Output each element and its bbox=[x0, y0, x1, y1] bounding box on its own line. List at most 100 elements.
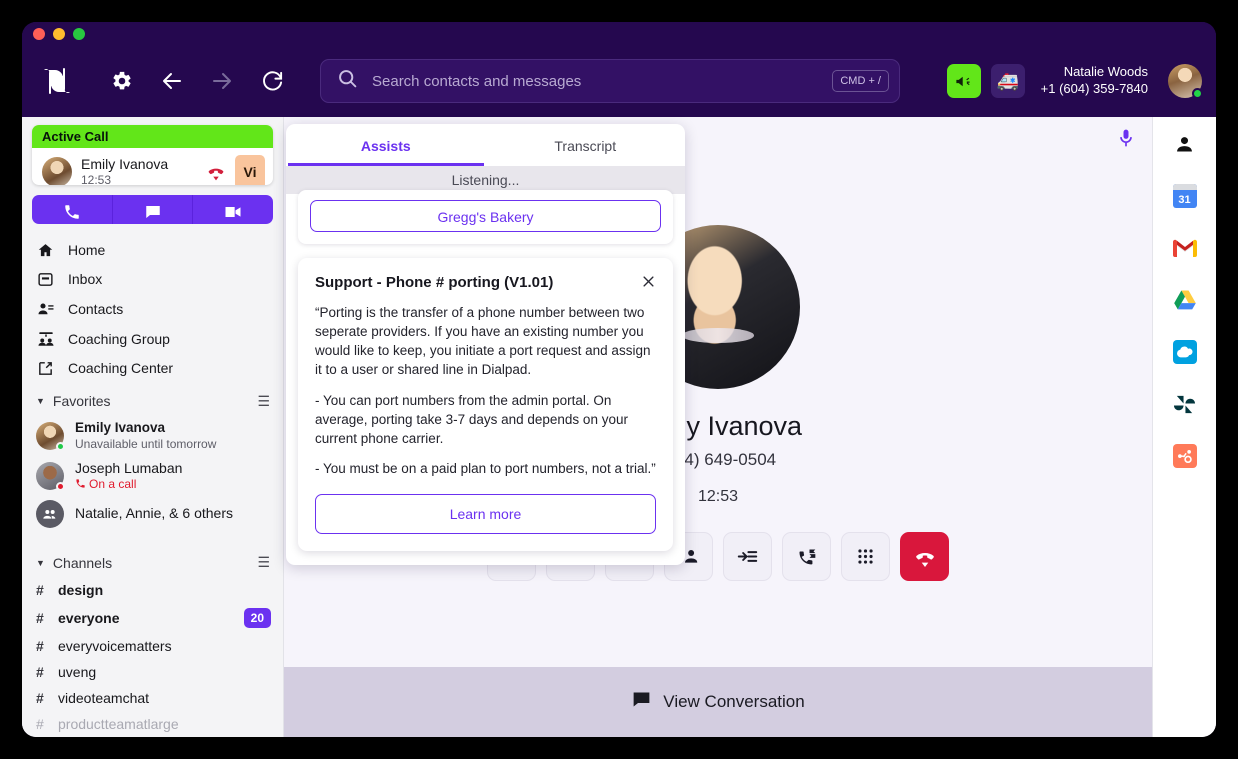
channel-item-everyone[interactable]: # everyone 20 bbox=[22, 603, 283, 633]
hash-icon: # bbox=[36, 716, 44, 732]
settings-button[interactable] bbox=[104, 63, 140, 99]
sidebar-item-coaching-center[interactable]: Coaching Center bbox=[22, 354, 283, 383]
current-user-name: Natalie Woods bbox=[1063, 64, 1148, 80]
sidebar-item-home[interactable]: Home bbox=[22, 236, 283, 265]
channel-name: productteamatlarge bbox=[58, 716, 179, 732]
chevron-down-icon: ▼ bbox=[36, 557, 45, 568]
sidebar-quick-actions bbox=[32, 194, 273, 224]
avatar bbox=[36, 461, 65, 491]
close-window-button[interactable] bbox=[33, 27, 45, 40]
assist-paragraph: “Porting is the transfer of a phone numb… bbox=[315, 305, 651, 378]
channel-item-uveng[interactable]: # uveng bbox=[22, 659, 283, 685]
active-call-duration: 12:53 bbox=[81, 173, 112, 185]
zendesk-mark bbox=[1173, 392, 1197, 416]
end-call-icon[interactable] bbox=[206, 162, 226, 182]
google-calendar-day: 31 bbox=[1172, 184, 1197, 208]
search-icon bbox=[337, 68, 358, 94]
microphone-icon[interactable] bbox=[1116, 127, 1136, 154]
active-call-contact: Emily Ivanova bbox=[81, 156, 169, 173]
salesforce-icon[interactable] bbox=[1172, 339, 1198, 365]
avatar bbox=[36, 421, 65, 451]
favorites-section-header[interactable]: ▼ Favorites ☰ bbox=[22, 383, 283, 416]
contact-panel-icon[interactable] bbox=[1172, 131, 1198, 157]
contacts-icon bbox=[36, 300, 55, 318]
favorites-title: Favorites bbox=[52, 393, 111, 410]
sidebar-item-contacts[interactable]: Contacts bbox=[22, 294, 283, 324]
learn-more-button[interactable]: Learn more bbox=[315, 494, 656, 535]
hubspot-icon[interactable] bbox=[1172, 443, 1198, 469]
channel-item-everyvoicematters[interactable]: # everyvoicematters bbox=[22, 633, 283, 659]
active-call-row[interactable]: Emily Ivanova 12:53 Vi bbox=[32, 148, 273, 185]
drag-handle-icon[interactable]: ☰ bbox=[257, 554, 270, 571]
gmail-icon[interactable] bbox=[1172, 235, 1198, 261]
call-timer: 12:53 bbox=[697, 488, 739, 505]
sidebar-item-label: Coaching Group bbox=[68, 330, 170, 347]
vi-assistant-button[interactable]: Vi bbox=[235, 155, 265, 185]
presence-indicator bbox=[56, 481, 65, 491]
sidebar-item-label: Coaching Center bbox=[68, 360, 174, 377]
view-conversation-label: View Conversation bbox=[663, 692, 805, 711]
avatar bbox=[42, 157, 72, 185]
view-conversation-button[interactable]: View Conversation bbox=[284, 667, 1152, 737]
call-main-area: Emily Ivanova (604) 649-0504 12:53 REC bbox=[284, 117, 1152, 737]
tab-assists[interactable]: Assists bbox=[286, 124, 486, 166]
megaphone-icon[interactable] bbox=[946, 64, 981, 98]
channel-item-design[interactable]: # design bbox=[22, 577, 283, 603]
list-item[interactable]: Emily Ivanova Unavailable until tomorrow bbox=[22, 416, 283, 456]
global-search[interactable]: CMD + / bbox=[320, 59, 900, 103]
cloud-icon bbox=[1172, 340, 1197, 364]
partial-assist-card: Gregg's Bakery bbox=[298, 190, 673, 244]
greggs-bakery-button[interactable]: Gregg's Bakery bbox=[310, 200, 661, 232]
assist-paragraph: - You can port numbers from the admin po… bbox=[315, 392, 628, 446]
google-drive-icon[interactable] bbox=[1172, 287, 1198, 313]
right-rail: 31 bbox=[1152, 117, 1216, 737]
video-button[interactable] bbox=[193, 194, 273, 224]
message-button[interactable] bbox=[112, 194, 194, 224]
favorite-name: Joseph Lumaban bbox=[75, 459, 183, 476]
hash-icon: # bbox=[36, 664, 44, 680]
close-icon[interactable] bbox=[641, 274, 656, 292]
reload-button[interactable] bbox=[254, 63, 290, 99]
transfer-call-button[interactable] bbox=[782, 532, 831, 581]
search-input[interactable] bbox=[372, 72, 833, 90]
google-calendar-icon[interactable]: 31 bbox=[1172, 183, 1198, 209]
app-body: Active Call Emily Ivanova 12:53 Vi Home … bbox=[22, 117, 1216, 737]
channels-section-header[interactable]: ▼ Channels ☰ bbox=[22, 544, 283, 577]
list-item[interactable]: Joseph Lumaban On a call bbox=[22, 456, 283, 497]
drag-handle-icon[interactable]: ☰ bbox=[257, 393, 270, 410]
channel-name: everyvoicematters bbox=[58, 638, 172, 654]
ambulance-icon[interactable]: 🚑 bbox=[990, 64, 1025, 98]
assists-panel: Assists Transcript Listening... Gregg's … bbox=[286, 124, 685, 566]
hangup-button[interactable] bbox=[900, 532, 949, 581]
hash-icon: # bbox=[36, 638, 44, 654]
sidebar-item-label: Inbox bbox=[68, 271, 103, 288]
list-item[interactable]: Natalie, Annie, & 6 others bbox=[22, 496, 283, 532]
app-window: CMD + / 🚑 Natalie Woods +1 (604) 359-784… bbox=[22, 22, 1216, 737]
minimize-window-button[interactable] bbox=[53, 27, 65, 40]
app-topbar: CMD + / 🚑 Natalie Woods +1 (604) 359-784… bbox=[22, 45, 1216, 117]
assists-tabs: Assists Transcript bbox=[286, 124, 685, 166]
topbar-right-cluster: 🚑 Natalie Woods +1 (604) 359-7840 bbox=[946, 64, 1203, 99]
channel-item-videoteamchat[interactable]: # videoteamchat bbox=[22, 685, 283, 711]
zendesk-icon[interactable] bbox=[1172, 391, 1198, 417]
avatar[interactable] bbox=[1168, 64, 1203, 99]
transfer-to-queue-button[interactable] bbox=[723, 532, 772, 581]
sidebar-item-inbox[interactable]: Inbox bbox=[22, 265, 283, 294]
favorite-name: Emily Ivanova bbox=[75, 419, 166, 435]
channels-title: Channels bbox=[52, 554, 113, 571]
current-user-info[interactable]: Natalie Woods +1 (604) 359-7840 bbox=[1041, 64, 1148, 98]
channel-item-productteamatlarge[interactable]: # productteamatlarge bbox=[22, 711, 283, 737]
sidebar-item-coaching-group[interactable]: Coaching Group bbox=[22, 324, 283, 354]
keypad-button[interactable] bbox=[841, 532, 890, 581]
back-button[interactable] bbox=[154, 63, 190, 99]
search-shortcut-hint: CMD + / bbox=[832, 70, 889, 92]
presence-indicator bbox=[56, 441, 65, 451]
presence-indicator bbox=[1192, 88, 1203, 99]
channel-name: videoteamchat bbox=[58, 690, 150, 706]
call-button[interactable] bbox=[32, 194, 113, 224]
zoom-window-button[interactable] bbox=[73, 27, 85, 40]
assist-card-header: Support - Phone # porting (V1.01) bbox=[315, 274, 656, 292]
favorite-status: Unavailable until tomorrow bbox=[75, 436, 217, 451]
tab-transcript[interactable]: Transcript bbox=[486, 124, 686, 166]
forward-button[interactable] bbox=[204, 63, 240, 99]
